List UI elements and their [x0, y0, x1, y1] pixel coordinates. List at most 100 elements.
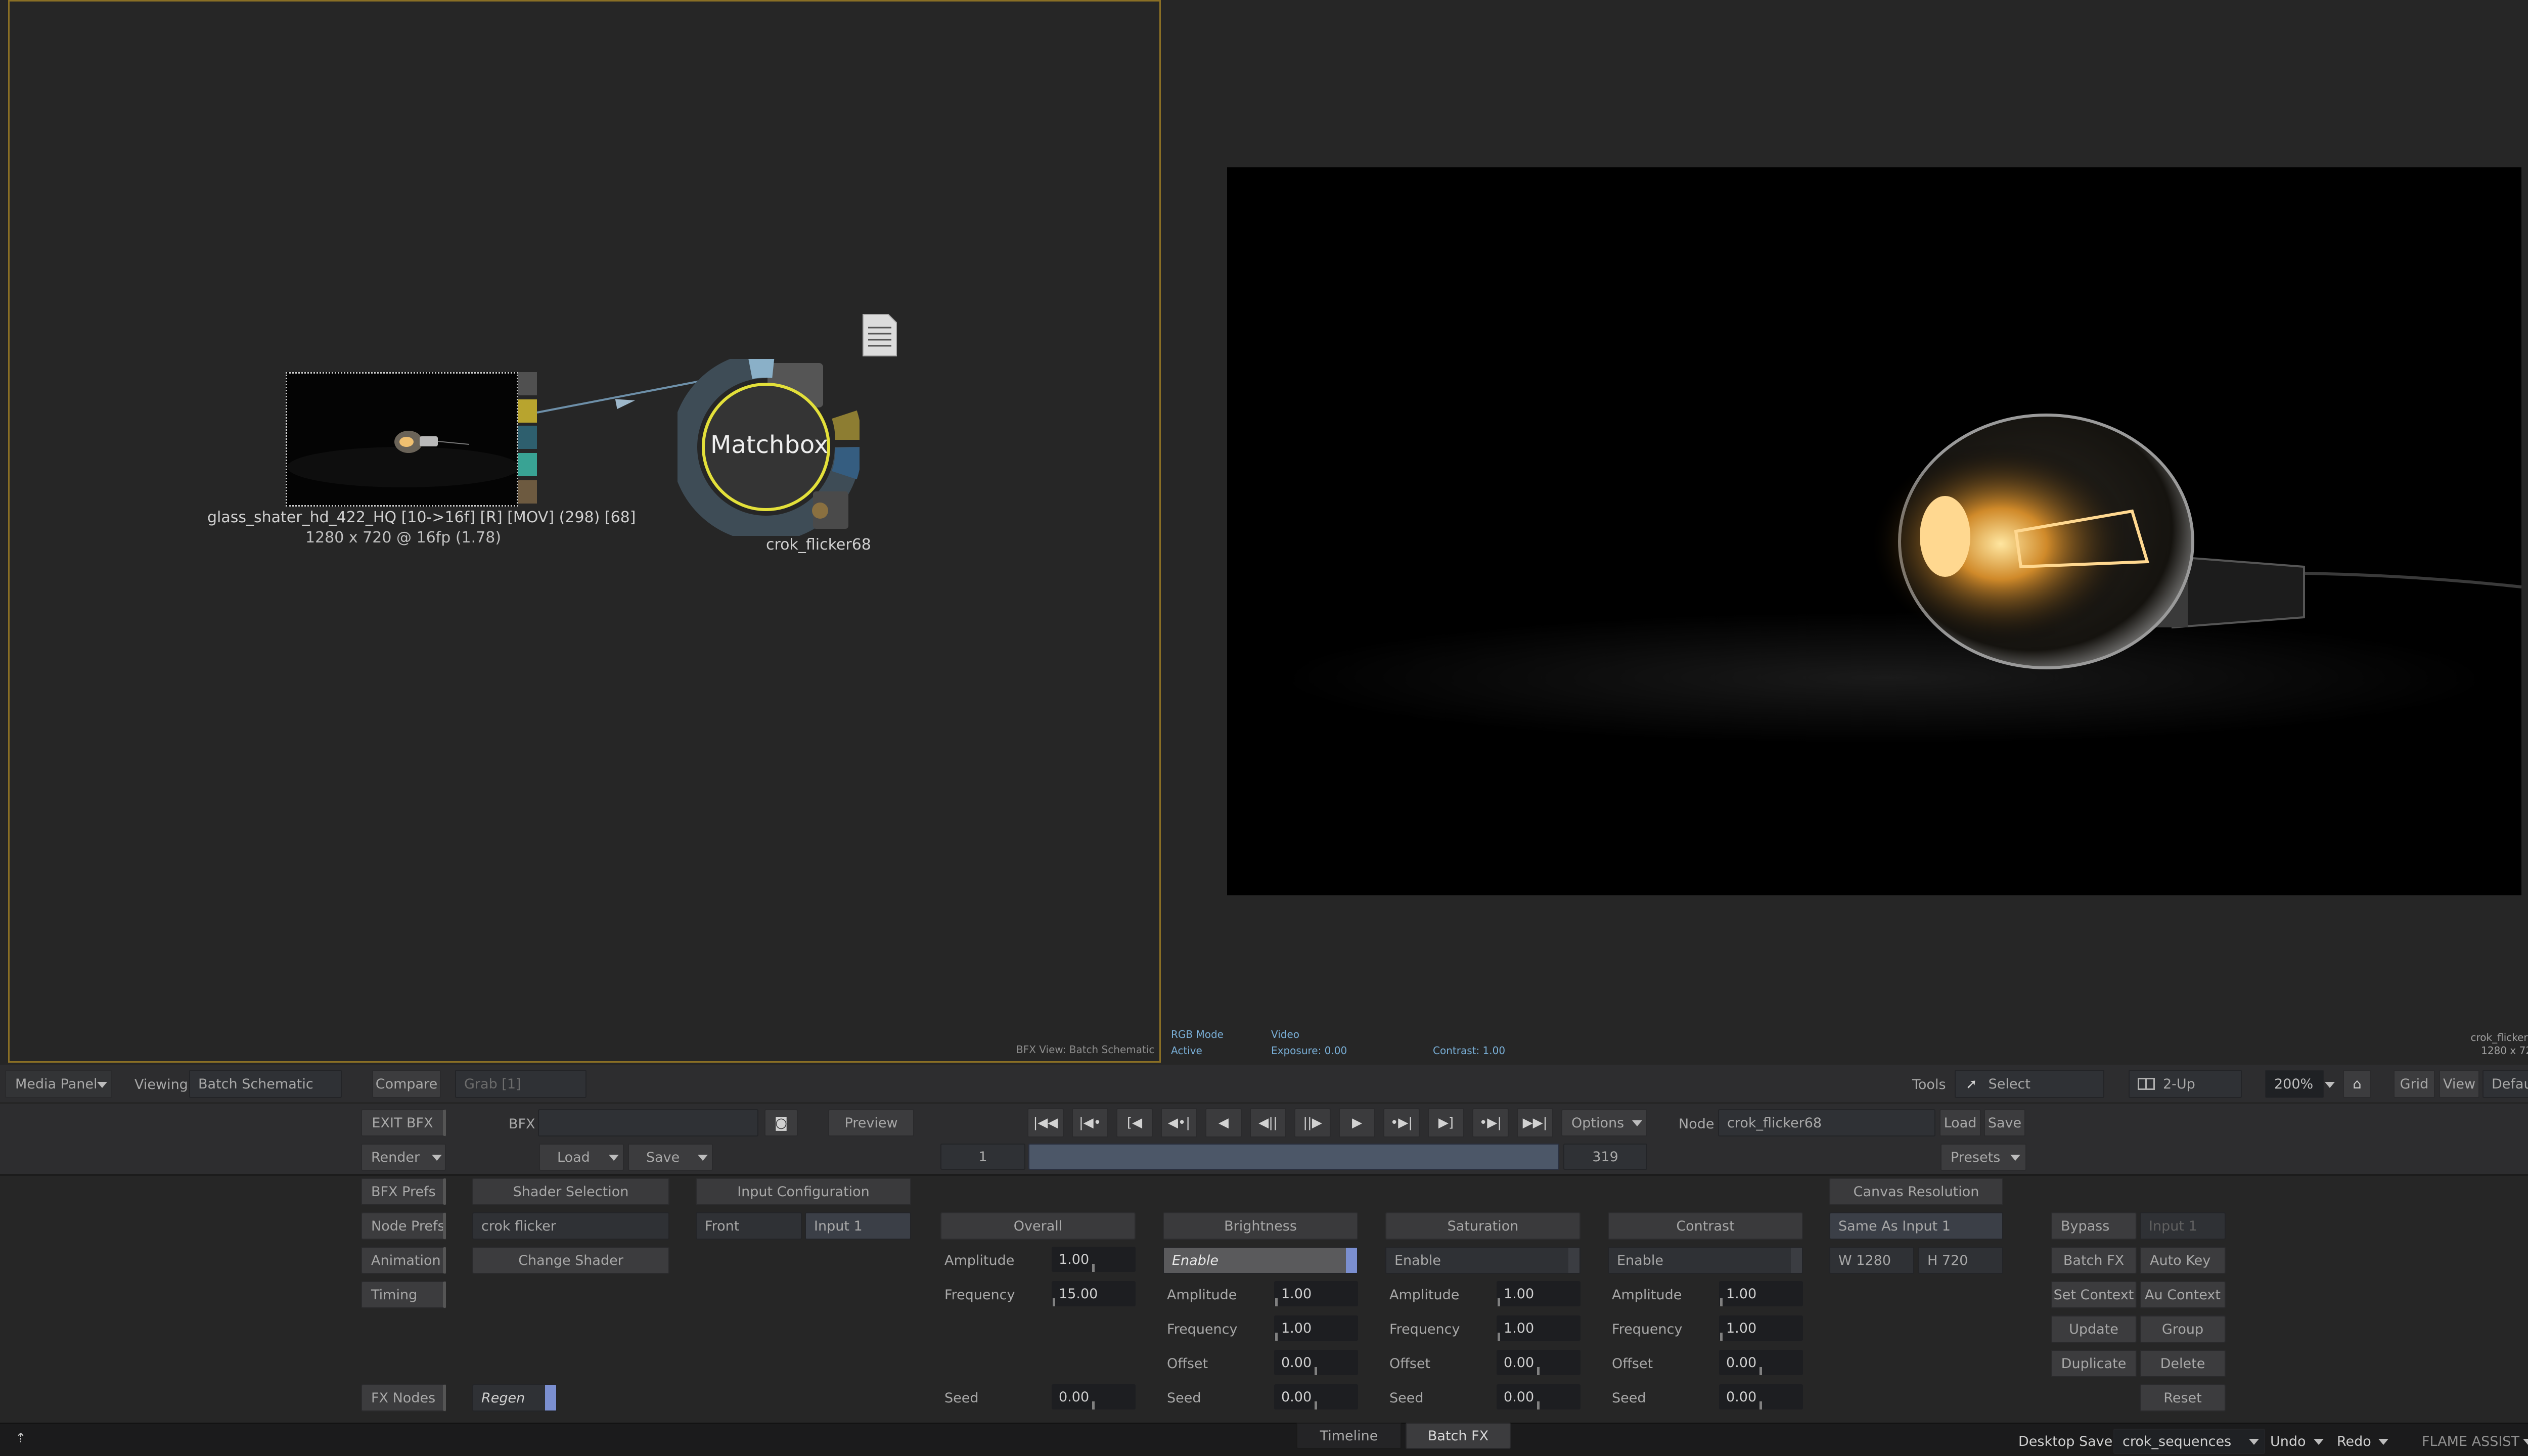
transport-button-8[interactable]: ▶ — [1339, 1108, 1375, 1138]
brightness-seed-field[interactable]: 0.00 — [1274, 1384, 1358, 1409]
select-tool-field[interactable]: ➚ Select — [1955, 1070, 2104, 1098]
brightness-offset-field[interactable]: 0.00 — [1274, 1350, 1358, 1375]
brightness-header[interactable]: Brightness — [1163, 1212, 1358, 1240]
shader-name-field[interactable]: crok flicker — [472, 1212, 669, 1240]
media-panel-dropdown-icon[interactable] — [97, 1082, 107, 1088]
contrast-frequency-field[interactable]: 1.00 — [1719, 1315, 1803, 1341]
zoom-field[interactable]: 200% — [2265, 1070, 2324, 1098]
contrast-enable-toggle[interactable]: Enable — [1608, 1247, 1803, 1274]
project-dropdown-icon[interactable] — [2249, 1439, 2259, 1445]
transport-button-2[interactable]: |◀• — [1072, 1108, 1108, 1138]
node-prefs-button[interactable]: Node Prefs — [361, 1212, 446, 1240]
canvas-height-field[interactable]: H 720 — [1918, 1247, 2003, 1274]
clip-output-tab-1[interactable] — [518, 372, 537, 395]
transport-button-10[interactable]: ▶] — [1428, 1108, 1464, 1138]
auto-key-button[interactable]: Auto Key — [2140, 1247, 2226, 1274]
transport-button-1[interactable]: |◀◀ — [1027, 1108, 1064, 1138]
clip-output-tab-3[interactable] — [518, 426, 537, 449]
overall-amplitude-field[interactable]: 1.00 — [1052, 1247, 1136, 1272]
node-save-button[interactable]: Save — [1984, 1109, 2025, 1136]
transport-button-11[interactable]: •▶| — [1472, 1108, 1509, 1138]
tab-timeline[interactable]: Timeline — [1296, 1423, 1402, 1449]
update-button[interactable]: Update — [2051, 1315, 2137, 1343]
exit-bfx-button[interactable]: EXIT BFX — [361, 1109, 446, 1136]
bfx-name-field[interactable] — [538, 1109, 758, 1136]
saturation-amplitude-field[interactable]: 1.00 — [1497, 1281, 1581, 1306]
bypass-button[interactable]: Bypass — [2051, 1212, 2137, 1240]
render-dropdown-icon[interactable] — [432, 1155, 442, 1161]
brightness-frequency-field[interactable]: 1.00 — [1274, 1315, 1358, 1341]
undo-dropdown-icon[interactable] — [2314, 1439, 2324, 1445]
frame-scrubber[interactable] — [1028, 1144, 1559, 1170]
group-button[interactable]: Group — [2140, 1315, 2226, 1343]
transport-button-5[interactable]: ◀ — [1205, 1108, 1242, 1138]
presets-dropdown-icon[interactable] — [2010, 1155, 2020, 1161]
bottom-save-button[interactable]: Save — [2079, 1434, 2112, 1449]
undo-button[interactable]: Undo — [2270, 1434, 2306, 1449]
change-shader-button[interactable]: Change Shader — [472, 1247, 669, 1274]
load-dropdown-icon[interactable] — [609, 1155, 619, 1161]
clip-node[interactable] — [286, 372, 518, 507]
tab-batch-fx[interactable]: Batch FX — [1406, 1423, 1511, 1449]
frame-end-field[interactable]: 319 — [1563, 1144, 1647, 1170]
saturation-offset-field[interactable]: 0.00 — [1497, 1350, 1581, 1375]
redo-dropdown-icon[interactable] — [2378, 1439, 2388, 1445]
transport-button-7[interactable]: ||▶ — [1294, 1108, 1331, 1138]
set-context-button[interactable]: Set Context — [2051, 1281, 2137, 1308]
frame-start-field[interactable]: 1 — [940, 1144, 1025, 1170]
redo-button[interactable]: Redo — [2337, 1434, 2371, 1449]
saturation-seed-field[interactable]: 0.00 — [1497, 1384, 1581, 1409]
input-configuration-header[interactable]: Input Configuration — [696, 1178, 911, 1205]
au-context-button[interactable]: Au Context — [2140, 1281, 2226, 1308]
contrast-amplitude-field[interactable]: 1.00 — [1719, 1281, 1803, 1306]
input-selection-field[interactable]: Input 1 — [805, 1212, 911, 1240]
viewer-image[interactable] — [1227, 167, 2521, 895]
default-field[interactable]: Default — [2482, 1070, 2528, 1098]
transport-button-4[interactable]: ◀•| — [1161, 1108, 1197, 1138]
layout-field[interactable]: 2-Up — [2129, 1070, 2242, 1098]
reset-button[interactable]: Reset — [2140, 1384, 2226, 1412]
overall-seed-field[interactable]: 0.00 — [1052, 1384, 1136, 1409]
fx-nodes-button[interactable]: FX Nodes — [361, 1384, 446, 1412]
brightness-amplitude-field[interactable]: 1.00 — [1274, 1281, 1358, 1306]
save-dropdown-icon[interactable] — [698, 1155, 708, 1161]
contrast-offset-field[interactable]: 0.00 — [1719, 1350, 1803, 1375]
canvas-same-as-field[interactable]: Same As Input 1 — [1829, 1212, 2003, 1240]
document-icon[interactable] — [862, 313, 897, 357]
preview-button[interactable]: Preview — [828, 1109, 914, 1136]
duplicate-button[interactable]: Duplicate — [2051, 1350, 2137, 1377]
regen-toggle[interactable]: Regen — [472, 1384, 557, 1412]
clip-output-tab-5[interactable] — [518, 480, 537, 504]
contrast-header[interactable]: Contrast — [1608, 1212, 1803, 1240]
animation-button[interactable]: Animation — [361, 1247, 446, 1274]
schematic-panel[interactable] — [8, 0, 1161, 1063]
project-field[interactable]: crok_sequences — [2113, 1429, 2265, 1454]
brightness-enable-toggle[interactable]: Enable — [1163, 1247, 1358, 1274]
expand-icon[interactable]: ⇡ — [15, 1431, 26, 1446]
clip-output-tab-2[interactable] — [518, 399, 537, 423]
node-load-button[interactable]: Load — [1939, 1109, 1981, 1136]
snapshot-button[interactable]: ◙ — [764, 1109, 798, 1136]
options-dropdown-icon[interactable] — [1632, 1120, 1642, 1126]
saturation-header[interactable]: Saturation — [1385, 1212, 1581, 1240]
transport-button-6[interactable]: ◀|| — [1250, 1108, 1286, 1138]
canvas-resolution-header[interactable]: Canvas Resolution — [1829, 1178, 2003, 1205]
saturation-frequency-field[interactable]: 1.00 — [1497, 1315, 1581, 1341]
overall-header[interactable]: Overall — [940, 1212, 1136, 1240]
delete-button[interactable]: Delete — [2140, 1350, 2226, 1377]
saturation-enable-toggle[interactable]: Enable — [1385, 1247, 1581, 1274]
bfx-prefs-button[interactable]: BFX Prefs — [361, 1178, 446, 1205]
zoom-dropdown-icon[interactable] — [2325, 1082, 2335, 1088]
timing-button[interactable]: Timing — [361, 1281, 446, 1308]
grab-field[interactable]: Grab [1] — [455, 1070, 586, 1098]
home-button[interactable]: ⌂ — [2343, 1070, 2371, 1098]
bypass-input-field[interactable]: Input 1 — [2140, 1212, 2226, 1240]
media-panel-button[interactable]: Media Panel — [5, 1070, 112, 1098]
grid-button[interactable]: Grid — [2394, 1070, 2435, 1098]
batch-fx-button[interactable]: Batch FX — [2051, 1247, 2137, 1274]
transport-button-12[interactable]: ▶▶| — [1517, 1108, 1553, 1138]
clip-output-tab-4[interactable] — [518, 453, 537, 476]
transport-button-3[interactable]: [◀ — [1116, 1108, 1153, 1138]
app-menu-dropdown-icon[interactable] — [2523, 1439, 2528, 1445]
node-name-field[interactable]: crok_flicker68 — [1718, 1109, 1935, 1136]
